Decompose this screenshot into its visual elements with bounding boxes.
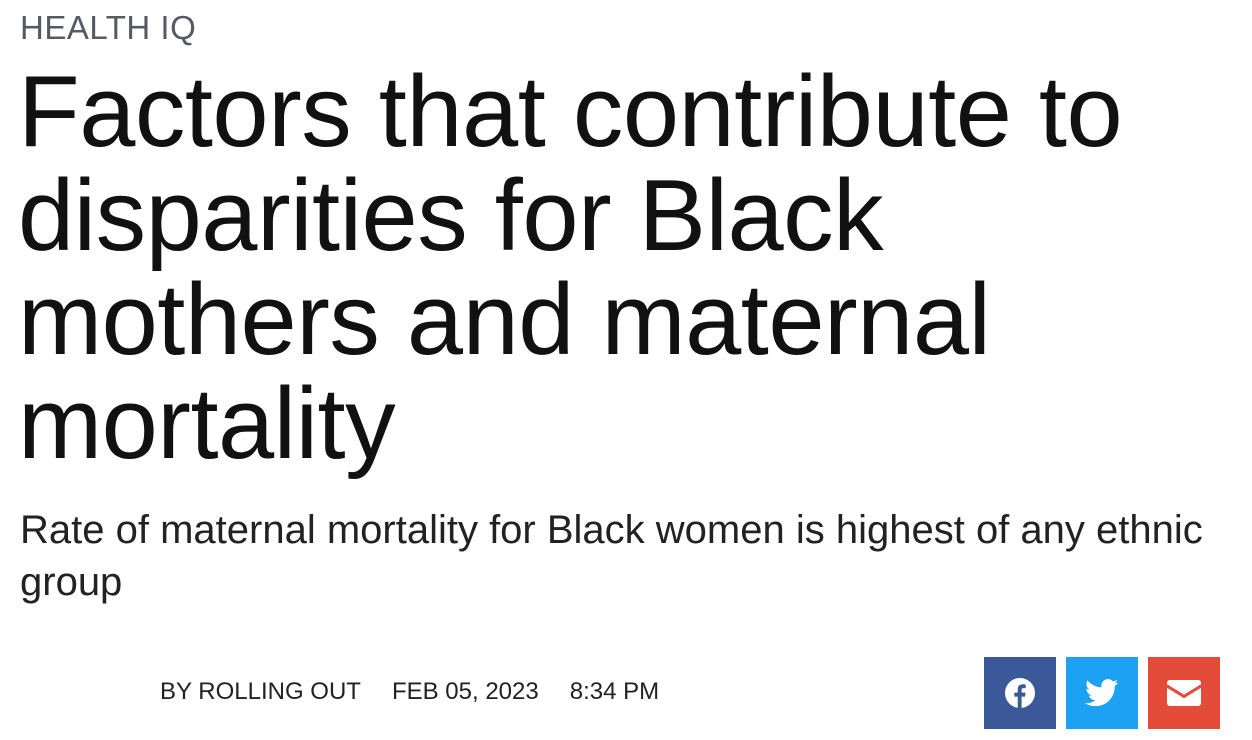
- category-label[interactable]: HEALTH IQ: [20, 10, 196, 46]
- publish-date: FEB 05, 2023: [391, 678, 539, 705]
- email-share-button[interactable]: [1148, 657, 1220, 729]
- facebook-icon: [1005, 678, 1035, 708]
- publish-time: 8:34 PM: [569, 678, 660, 705]
- email-icon: [1167, 680, 1201, 706]
- article-meta: BY ROLLING OUT FEB 05, 2023 8:34 PM: [160, 676, 690, 708]
- facebook-share-button[interactable]: [984, 657, 1056, 729]
- article-title: Factors that contribute to disparities f…: [18, 56, 1123, 480]
- twitter-share-button[interactable]: [1066, 657, 1138, 729]
- share-bar: [984, 657, 1220, 729]
- byline[interactable]: BY ROLLING OUT: [160, 676, 361, 708]
- article-subtitle: Rate of maternal mortality for Black wom…: [20, 508, 1203, 604]
- twitter-icon: [1085, 679, 1119, 707]
